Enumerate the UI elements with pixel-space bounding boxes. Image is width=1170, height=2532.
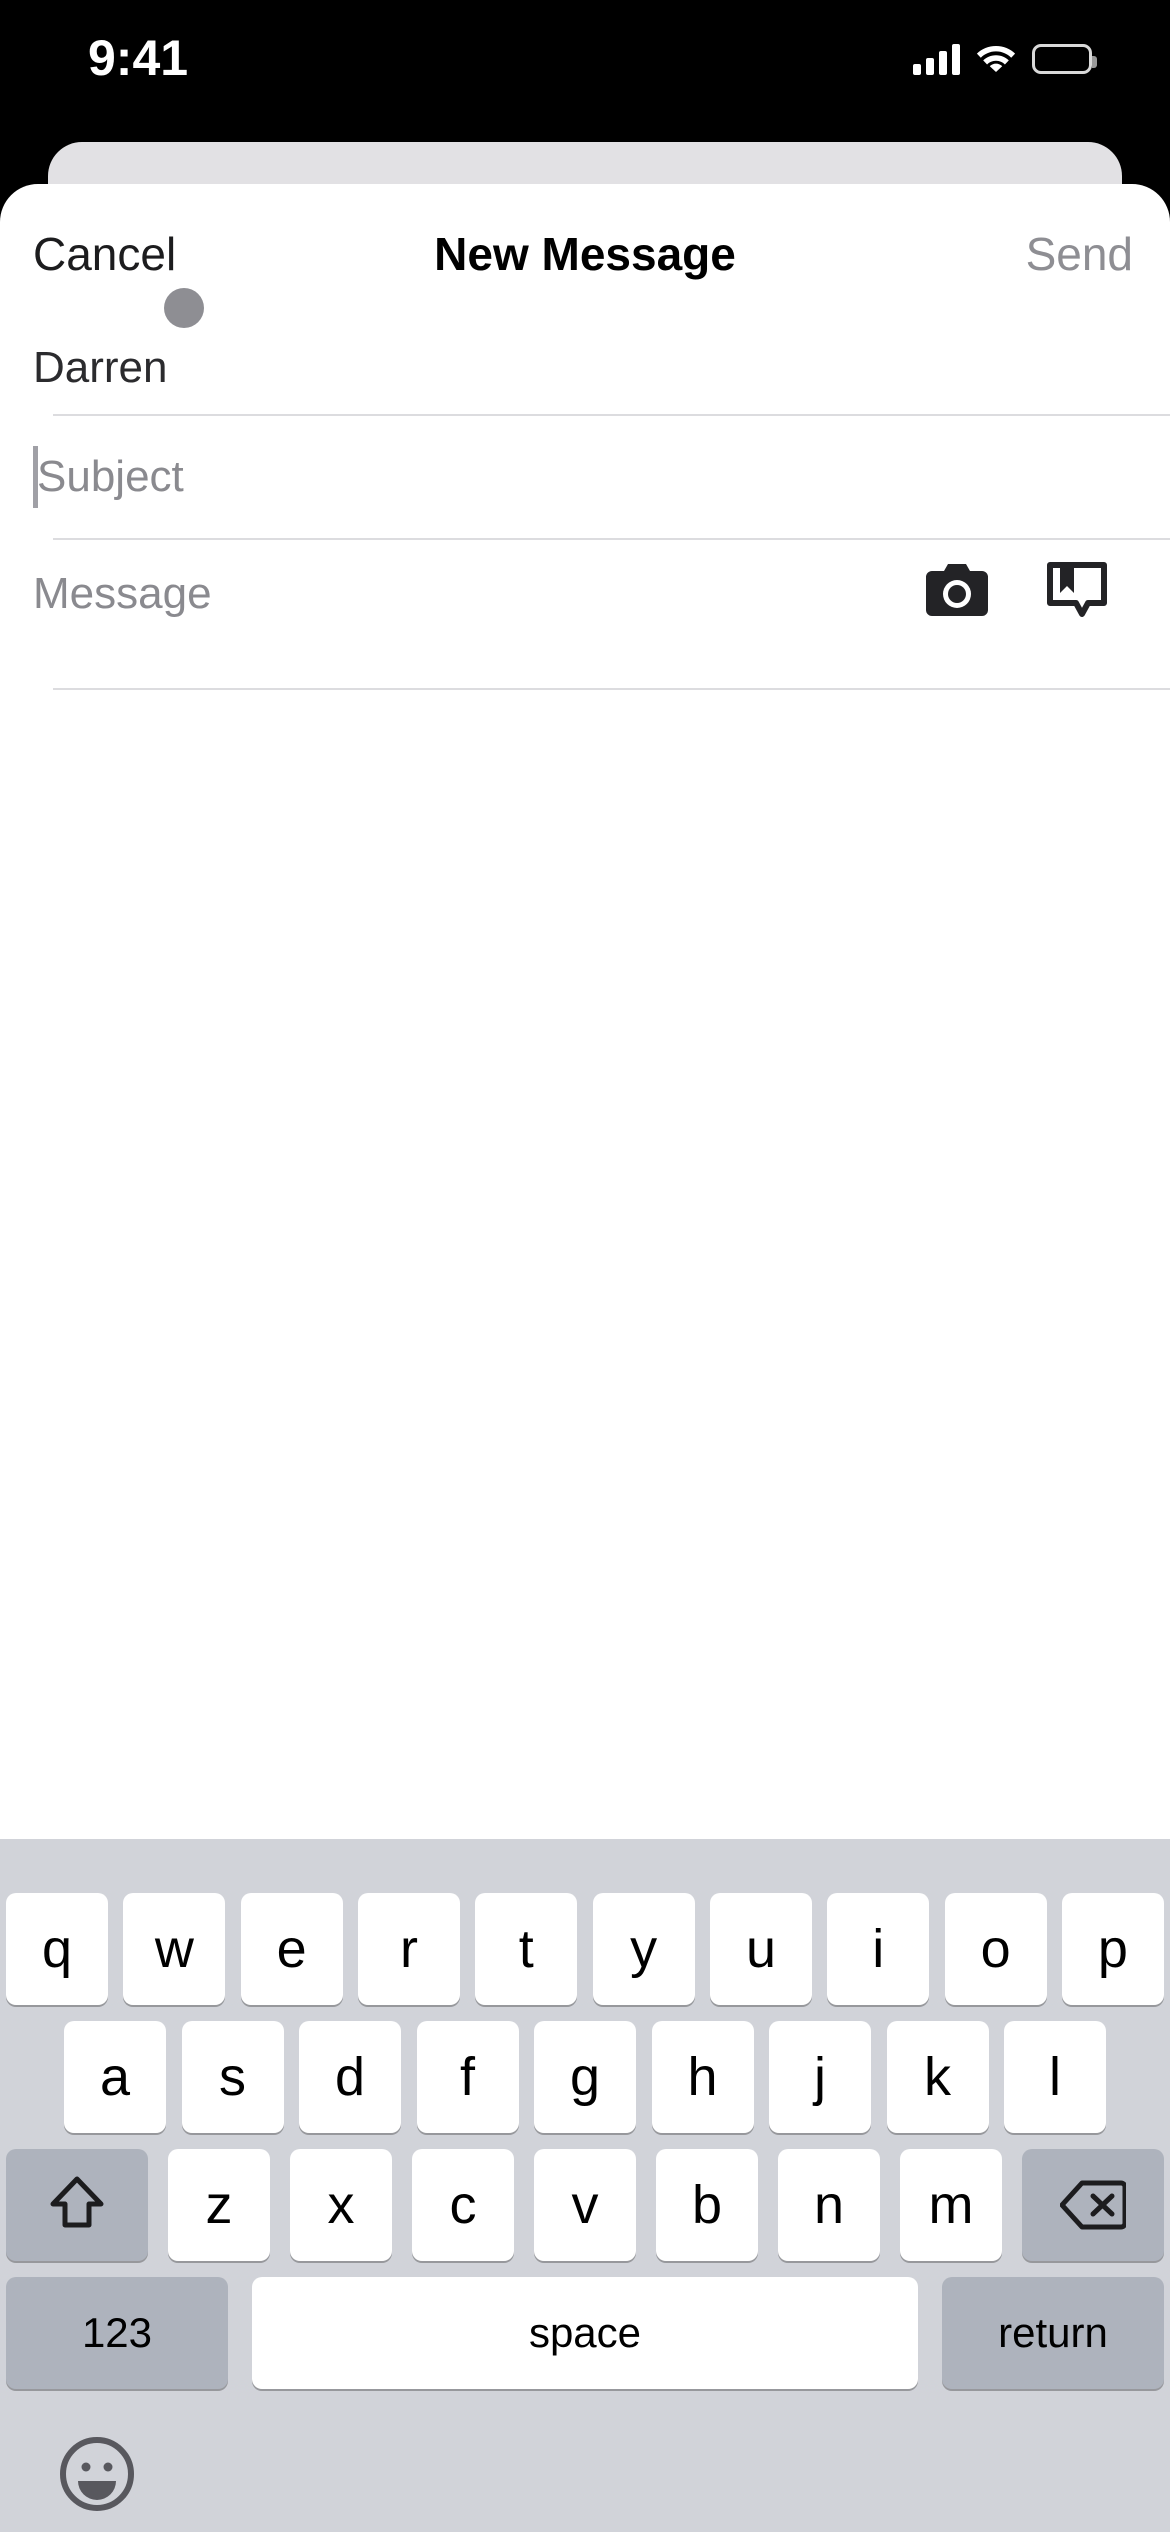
key-g[interactable]: g bbox=[534, 2021, 636, 2133]
message-input[interactable]: Message bbox=[33, 568, 212, 620]
delete-left-icon bbox=[1060, 2180, 1126, 2230]
key-k[interactable]: k bbox=[886, 2021, 989, 2133]
key-x[interactable]: x bbox=[290, 2149, 392, 2261]
key-d[interactable]: d bbox=[299, 2021, 401, 2133]
battery-full-icon bbox=[1032, 44, 1097, 74]
key-r[interactable]: r bbox=[357, 1893, 460, 2005]
keyboard-row-2: a s d f g h j k l bbox=[0, 2021, 1170, 2133]
key-b[interactable]: b bbox=[656, 2149, 758, 2261]
page-title: New Message bbox=[434, 228, 736, 280]
key-u[interactable]: u bbox=[709, 1893, 812, 2005]
key-i[interactable]: i bbox=[827, 1893, 930, 2005]
send-button[interactable]: Send bbox=[1026, 228, 1133, 280]
recipient-field-row[interactable]: Darren bbox=[0, 320, 1170, 416]
digital-touch-icon[interactable] bbox=[1046, 562, 1108, 618]
key-e[interactable]: e bbox=[240, 1893, 343, 2005]
numbers-key[interactable]: 123 bbox=[6, 2277, 228, 2389]
keyboard-row-1: q w e r t y u i o p bbox=[0, 1893, 1170, 2005]
shift-key[interactable] bbox=[6, 2149, 148, 2261]
camera-icon[interactable] bbox=[926, 564, 988, 616]
message-actions bbox=[926, 562, 1108, 618]
cellular-signal-icon bbox=[913, 43, 960, 75]
touch-cursor bbox=[164, 288, 204, 328]
key-w[interactable]: w bbox=[123, 1893, 226, 2005]
smiley-face-icon bbox=[60, 2437, 134, 2511]
key-c[interactable]: c bbox=[412, 2149, 514, 2261]
recipient-value: Darren bbox=[33, 343, 168, 392]
message-field-row[interactable]: Message bbox=[0, 540, 1170, 690]
space-key[interactable]: space bbox=[252, 2277, 918, 2389]
key-j[interactable]: j bbox=[769, 2021, 871, 2133]
keyboard-row-3: z x c v b n m bbox=[0, 2149, 1170, 2261]
status-bar-time: 9:41 bbox=[88, 30, 189, 86]
status-bar: 9:41 bbox=[0, 0, 1170, 130]
iphone-screen: 9:41 Cancel New Message Send Darren Subj… bbox=[0, 0, 1170, 2532]
key-h[interactable]: h bbox=[651, 2021, 754, 2133]
emoji-key[interactable] bbox=[58, 2435, 136, 2513]
on-screen-keyboard: q w e r t y u i o p a s d f g h j k l z … bbox=[0, 1839, 1170, 2532]
key-s[interactable]: s bbox=[181, 2021, 284, 2133]
key-t[interactable]: t bbox=[475, 1893, 578, 2005]
return-key[interactable]: return bbox=[942, 2277, 1164, 2389]
backspace-key[interactable] bbox=[1022, 2149, 1164, 2261]
divider bbox=[53, 688, 1170, 690]
key-v[interactable]: v bbox=[534, 2149, 636, 2261]
key-p[interactable]: p bbox=[1061, 1893, 1164, 2005]
keyboard-row-4: 123 space return bbox=[0, 2277, 1170, 2389]
key-a[interactable]: a bbox=[64, 2021, 166, 2133]
key-f[interactable]: f bbox=[416, 2021, 519, 2133]
key-l[interactable]: l bbox=[1004, 2021, 1106, 2133]
key-y[interactable]: y bbox=[592, 1893, 695, 2005]
subject-input[interactable]: Subject bbox=[37, 446, 184, 508]
status-bar-indicators bbox=[913, 38, 1097, 80]
subject-field-row[interactable]: Subject bbox=[0, 416, 1170, 540]
wifi-icon bbox=[976, 42, 1016, 77]
shift-arrow-icon bbox=[50, 2176, 104, 2228]
key-m[interactable]: m bbox=[900, 2149, 1002, 2261]
key-z[interactable]: z bbox=[168, 2149, 270, 2261]
key-n[interactable]: n bbox=[778, 2149, 880, 2261]
key-q[interactable]: q bbox=[6, 1893, 108, 2005]
key-o[interactable]: o bbox=[944, 1893, 1047, 2005]
new-message-sheet: Cancel New Message Send Darren Subject M… bbox=[0, 184, 1170, 2532]
